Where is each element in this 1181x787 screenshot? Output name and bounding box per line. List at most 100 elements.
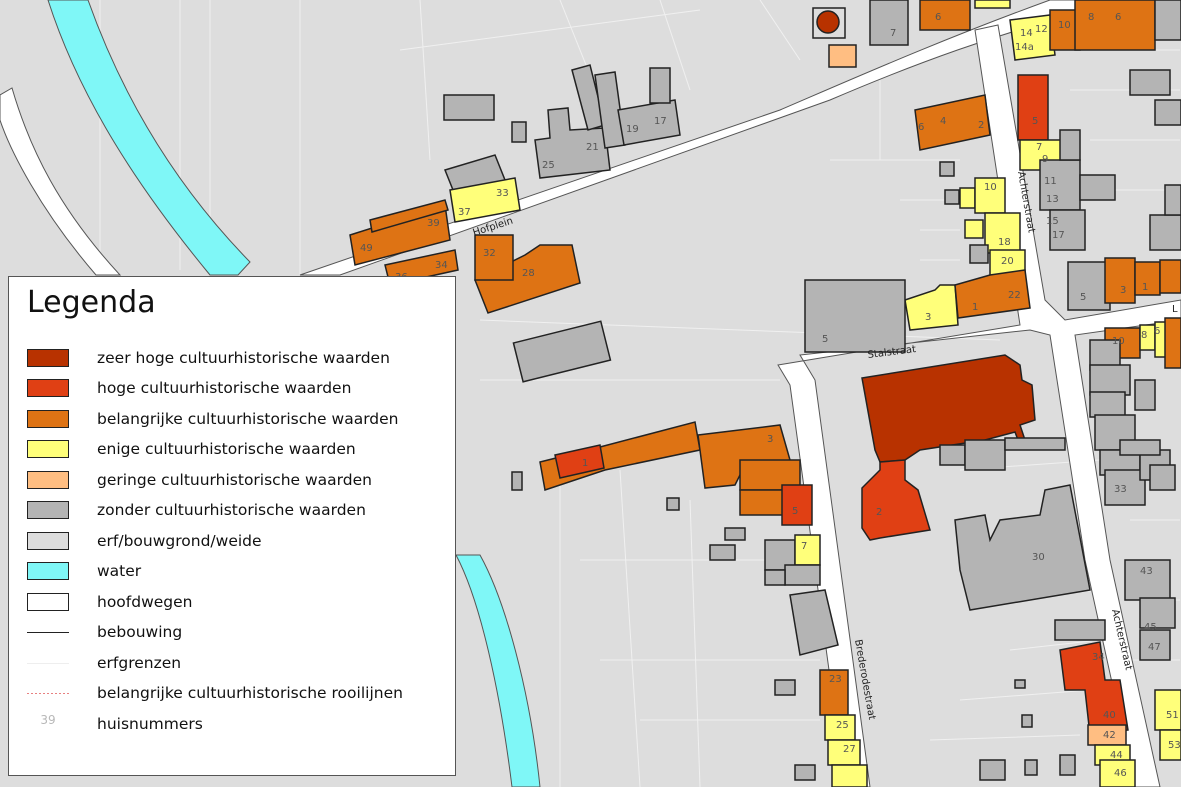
legend-item-zeer-hoog: zeer hoge cultuurhistorische waarden xyxy=(27,347,447,371)
house-number: 20 xyxy=(1001,256,1014,267)
house-number: 7 xyxy=(801,541,807,552)
legend-item-erfgrenzen: erfgrenzen xyxy=(27,652,447,676)
legend-label: bebouwing xyxy=(97,623,183,641)
legend-swatch xyxy=(27,532,69,550)
legend-swatch xyxy=(27,349,69,367)
house-number: 1 xyxy=(582,458,588,469)
house-number: 39 xyxy=(427,218,440,229)
legend-swatch xyxy=(27,379,69,397)
house-number: 17 xyxy=(1052,230,1065,241)
house-number: 8 xyxy=(1141,330,1147,341)
legend-swatch xyxy=(27,440,69,458)
house-number: 46 xyxy=(1114,768,1127,779)
legend-swatch xyxy=(27,562,69,580)
house-number: 12 xyxy=(1035,24,1048,35)
house-number: 8 xyxy=(1088,12,1094,23)
legend-label: hoofdwegen xyxy=(97,593,193,611)
house-number: 45 xyxy=(1144,622,1157,633)
legend-item-belangrijk: belangrijke cultuurhistorische waarden xyxy=(27,408,447,432)
legend-item-enige: enige cultuurhistorische waarden xyxy=(27,438,447,462)
house-number: 6 xyxy=(1115,12,1121,23)
legend-item-hoog: hoge cultuurhistorische waarden xyxy=(27,377,447,401)
house-number: 7 xyxy=(890,28,896,39)
house-number: 10 xyxy=(1112,336,1125,347)
house-number: 23 xyxy=(829,674,842,685)
house-number: 21 xyxy=(586,142,599,153)
house-number: 9 xyxy=(1042,154,1048,165)
house-number: 42 xyxy=(1103,730,1116,741)
house-number: 17 xyxy=(654,116,667,127)
house-number: 2 xyxy=(978,120,984,131)
legend-swatch xyxy=(27,501,69,519)
legend-swatch xyxy=(27,410,69,428)
house-number: 30 xyxy=(1032,552,1045,563)
legend-swatch xyxy=(27,593,69,611)
legend-item-water: water xyxy=(27,560,447,584)
house-number: 4 xyxy=(940,116,946,127)
legend-label: zonder cultuurhistorische waarden xyxy=(97,501,366,519)
house-number: 40 xyxy=(1103,710,1116,721)
house-number: 47 xyxy=(1148,642,1161,653)
legend-item-zonder: zonder cultuurhistorische waarden xyxy=(27,499,447,523)
legend-dotted-line-swatch xyxy=(27,693,69,694)
house-number: 18 xyxy=(998,237,1011,248)
house-number: 33 xyxy=(496,188,509,199)
legend-label: belangrijke cultuurhistorische waarden xyxy=(97,410,399,428)
legend-swatch xyxy=(27,471,69,489)
legend-label: erf/bouwgrond/weide xyxy=(97,532,262,550)
house-number: 13 xyxy=(1046,194,1059,205)
house-number: 32 xyxy=(483,248,496,259)
house-number: 34 xyxy=(1092,652,1105,663)
house-number: 14a xyxy=(1015,42,1034,53)
legend-label: water xyxy=(97,562,142,580)
legend-title: Legenda xyxy=(27,285,156,320)
house-number: 27 xyxy=(843,744,856,755)
legend-label: geringe cultuurhistorische waarden xyxy=(97,471,372,489)
house-number: 34 xyxy=(435,260,448,271)
legend-label: zeer hoge cultuurhistorische waarden xyxy=(97,349,390,367)
house-number: 6 xyxy=(1154,326,1160,337)
legend-item-erf: erf/bouwgrond/weide xyxy=(27,530,447,554)
house-number: 15 xyxy=(1046,216,1059,227)
legend-item-rooilijnen: belangrijke cultuurhistorische rooilijne… xyxy=(27,682,447,706)
house-number: 25 xyxy=(542,160,555,171)
house-number: 3 xyxy=(767,434,773,445)
house-number: 1 xyxy=(1142,282,1148,293)
house-number: 5 xyxy=(792,506,798,517)
street-edge-label: L xyxy=(1172,304,1178,315)
legend-item-huisnummers: 39 huisnummers xyxy=(27,713,447,737)
house-number: 10 xyxy=(984,182,997,193)
building-zeer-hoog xyxy=(816,10,840,34)
house-number: 19 xyxy=(626,124,639,135)
legend-label: hoge cultuurhistorische waarden xyxy=(97,379,352,397)
legend-line-swatch xyxy=(27,632,69,633)
legend-item-bebouwing: bebouwing xyxy=(27,621,447,645)
house-number: 5 xyxy=(1032,116,1038,127)
house-number: 3 xyxy=(925,312,931,323)
house-number: 10 xyxy=(1058,20,1071,31)
legend-label: enige cultuurhistorische waarden xyxy=(97,440,356,458)
legend-number-sample: 39 xyxy=(40,713,56,727)
house-number: 7 xyxy=(1036,142,1042,153)
house-number: 6 xyxy=(935,12,941,23)
house-number: 49 xyxy=(360,243,373,254)
legend-line-swatch xyxy=(27,663,69,664)
house-number: 22 xyxy=(1008,290,1021,301)
house-number: 3 xyxy=(1120,285,1126,296)
house-number: 43 xyxy=(1140,566,1153,577)
house-number: 5 xyxy=(1080,292,1086,303)
legend-label: belangrijke cultuurhistorische rooilijne… xyxy=(97,684,403,702)
house-number: 44 xyxy=(1110,750,1123,761)
house-number: 1 xyxy=(972,302,978,313)
house-number: 2 xyxy=(876,507,882,518)
house-number: 28 xyxy=(522,268,535,279)
legend-item-hoofdwegen: hoofdwegen xyxy=(27,591,447,615)
house-number: 5 xyxy=(822,334,828,345)
legend-item-gering: geringe cultuurhistorische waarden xyxy=(27,469,447,493)
legend-label: erfgrenzen xyxy=(97,654,182,672)
house-number: 37 xyxy=(458,207,471,218)
house-number: 6 xyxy=(918,122,924,133)
legend-label: huisnummers xyxy=(97,715,203,733)
house-number: 33 xyxy=(1114,484,1127,495)
house-number: 25 xyxy=(836,720,849,731)
